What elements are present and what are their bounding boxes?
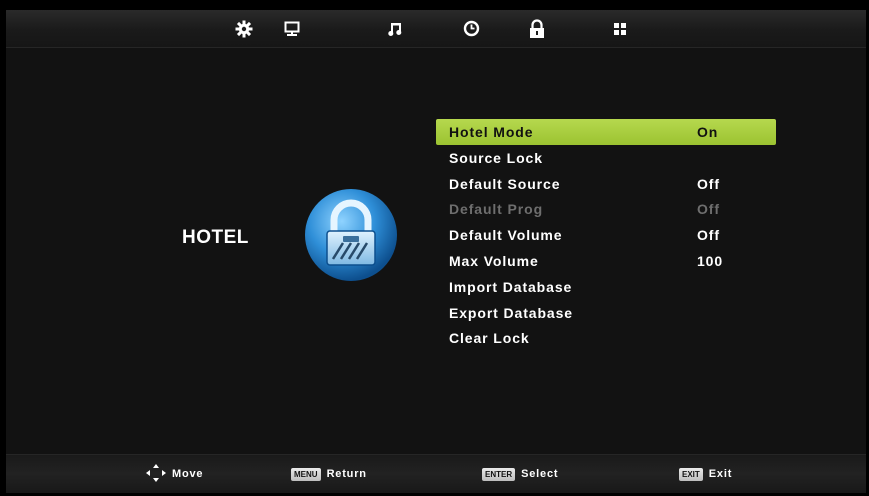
menu-item-label: Max Volume [449,252,539,269]
menu-item-value: Off [697,227,720,244]
enter-key-badge: ENTER [482,467,516,481]
menu-key-badge: MENU [291,467,321,481]
menu-item-default-prog: Default Prog Off [436,196,776,222]
menu-item-label: Default Prog [449,201,544,218]
tv-osd-screen: HOTEL Hotel Mode On Source Lock Default … [6,10,866,493]
bottom-hint-bar: Move MENU Return ENTER Select EXIT Exit [6,454,866,493]
lock-padlock-icon[interactable] [520,10,554,47]
menu-item-label: Export Database [449,304,573,321]
hint-return-label: Return [326,468,367,480]
menu-item-import-database[interactable]: Import Database [436,274,776,300]
settings-gear-icon[interactable] [227,10,261,47]
menu-item-hotel-mode[interactable]: Hotel Mode On [436,119,776,145]
hint-exit-label: Exit [708,468,733,480]
menu-item-label: Import Database [449,278,573,295]
hotel-menu-list: Hotel Mode On Source Lock Default Source… [436,119,776,351]
menu-item-source-lock[interactable]: Source Lock [436,145,776,171]
time-clock-icon[interactable] [454,10,488,47]
hint-select: ENTER Select [482,455,558,493]
menu-item-export-database[interactable]: Export Database [436,300,776,326]
category-title: HOTEL [182,227,249,248]
menu-item-label: Source Lock [449,149,543,166]
menu-item-value: 100 [697,252,724,269]
hint-return: MENU Return [291,455,367,493]
menu-item-label: Default Volume [449,227,563,244]
picture-monitor-icon[interactable] [275,10,309,47]
top-menu-bar [6,10,866,48]
sound-music-note-icon[interactable] [378,10,412,47]
dpad-arrows-icon [146,463,166,485]
hint-move: Move [146,455,203,493]
exit-key-badge: EXIT [679,467,703,481]
menu-item-value: On [697,124,719,140]
menu-item-default-source[interactable]: Default Source Off [436,171,776,197]
menu-item-label: Default Source [449,175,561,192]
hint-move-label: Move [172,468,204,480]
menu-item-max-volume[interactable]: Max Volume 100 [436,248,776,274]
menu-item-label: Clear Lock [449,330,530,347]
menu-item-value: Off [697,175,720,192]
apps-grid-icon[interactable] [603,10,637,47]
menu-item-value: Off [697,201,720,218]
hint-exit: EXIT Exit [679,455,732,493]
hint-select-label: Select [521,468,559,480]
hotel-lock-icon [303,187,399,283]
menu-item-default-volume[interactable]: Default Volume Off [436,222,776,248]
menu-item-clear-lock[interactable]: Clear Lock [436,325,776,351]
menu-item-label: Hotel Mode [449,124,534,140]
